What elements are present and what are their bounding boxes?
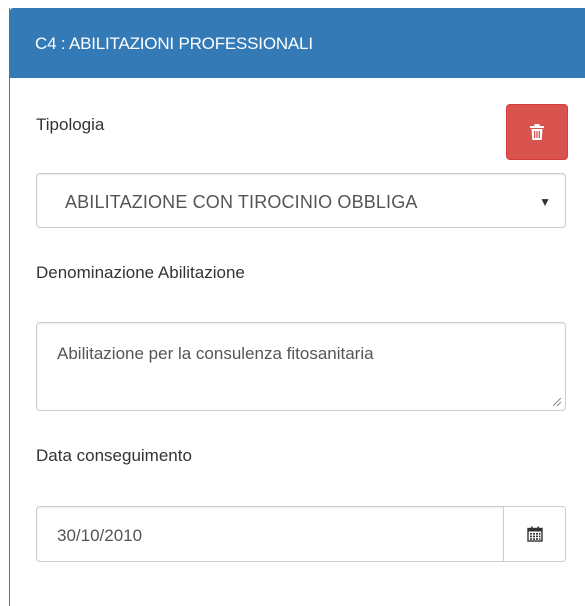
data-conseguimento-input[interactable]: 30/10/2010	[36, 506, 503, 562]
calendar-button[interactable]	[503, 506, 566, 562]
data-conseguimento-value: 30/10/2010	[57, 526, 143, 545]
delete-button[interactable]	[506, 104, 568, 160]
calendar-icon	[526, 526, 543, 542]
data-conseguimento-group: 30/10/2010	[36, 506, 566, 562]
caret-down-icon: ▼	[539, 195, 551, 209]
resize-grip-icon[interactable]	[552, 397, 562, 407]
denominazione-textarea[interactable]: Abilitazione per la consulenza fitosanit…	[36, 322, 566, 411]
abilitazioni-panel: C4 : ABILITAZIONI PROFESSIONALI Tipologi…	[9, 8, 585, 606]
panel-heading: C4 : ABILITAZIONI PROFESSIONALI	[10, 8, 585, 78]
data-conseguimento-label: Data conseguimento	[36, 446, 192, 465]
panel-title: C4 : ABILITAZIONI PROFESSIONALI	[35, 34, 313, 53]
tipologia-select-value: ABILITAZIONE CON TIROCINIO OBBLIGA	[65, 192, 418, 212]
tipologia-label: Tipologia	[36, 115, 105, 134]
trash-icon	[530, 124, 544, 140]
denominazione-label: Denominazione Abilitazione	[36, 263, 245, 282]
denominazione-textarea-value: Abilitazione per la consulenza fitosanit…	[57, 344, 374, 363]
tipologia-select[interactable]: ABILITAZIONE CON TIROCINIO OBBLIGA ▼	[36, 173, 566, 228]
